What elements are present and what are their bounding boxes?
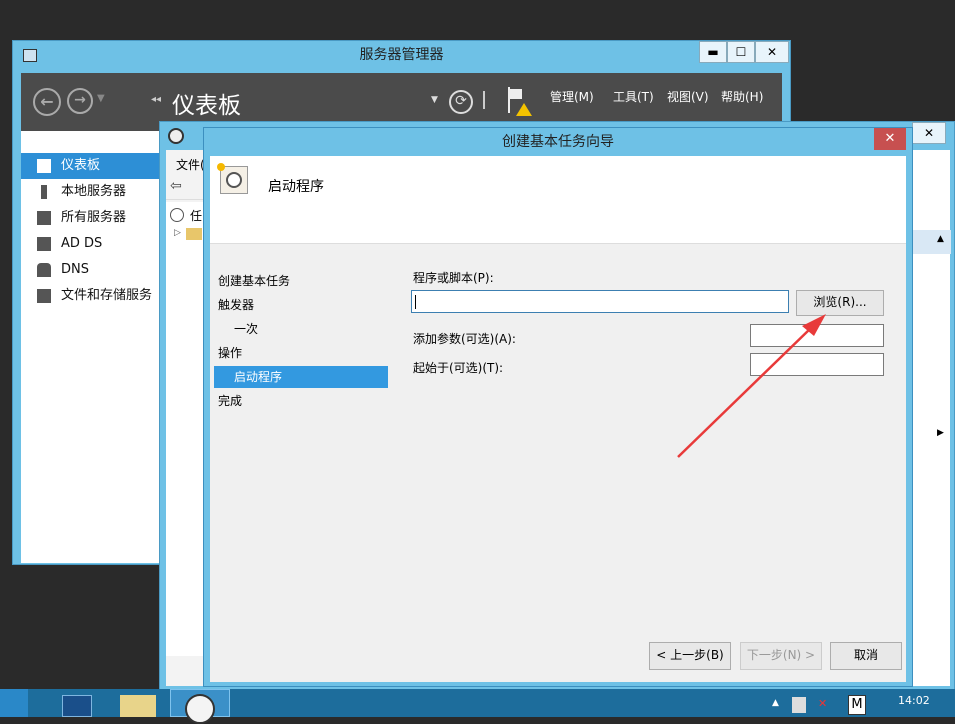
powershell-icon[interactable] [62,695,92,717]
task-scheduler-taskbar-button[interactable] [170,689,230,724]
file-explorer-icon[interactable] [120,695,156,717]
start-icon[interactable] [0,689,28,717]
speaker-muted-icon[interactable]: ✕ [818,697,832,713]
clock-icon [185,694,215,724]
clock-time[interactable]: 14:02 [898,694,930,707]
annotation-arrow-icon [677,314,826,458]
taskbar: ▲ ✕ M 14:02 [0,689,955,724]
tray-overflow-icon[interactable]: ▲ [772,698,779,708]
ime-indicator[interactable]: M [848,695,866,715]
network-icon[interactable] [792,697,806,713]
